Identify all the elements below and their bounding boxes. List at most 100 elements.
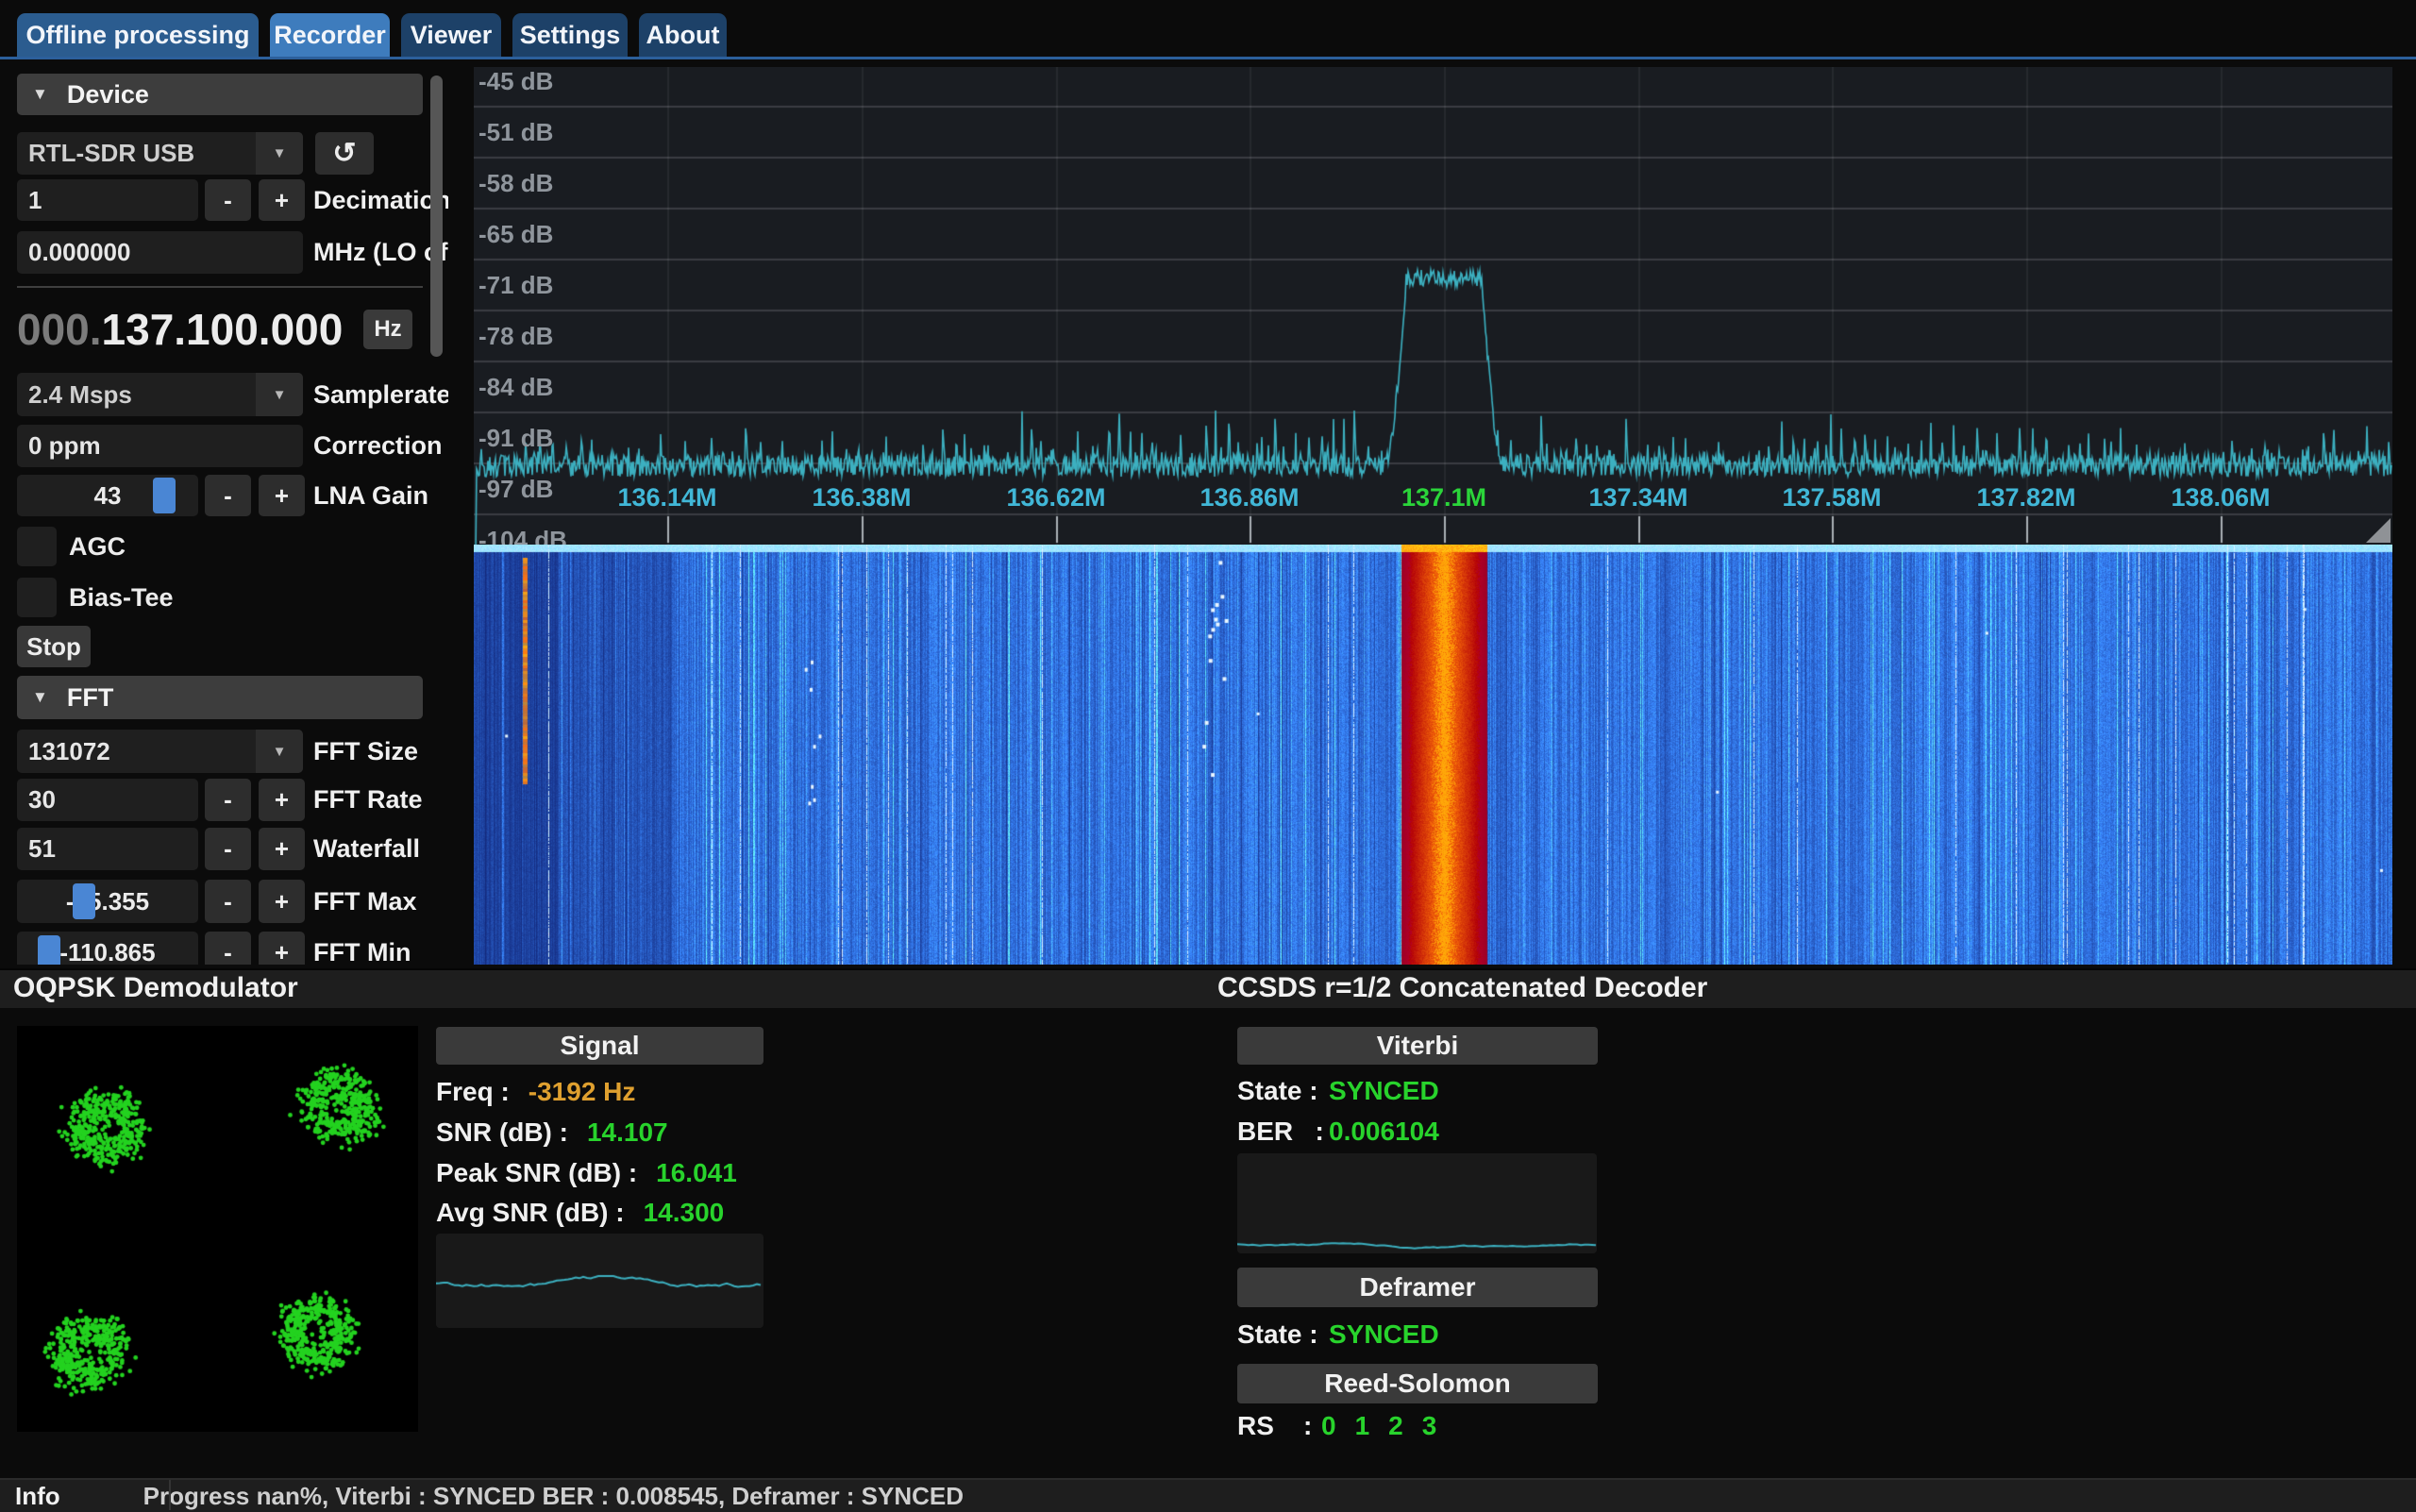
tab-settings[interactable]: Settings <box>512 13 628 57</box>
signal-freq-row: Freq : -3192 Hz <box>436 1077 635 1107</box>
lna-gain-slider-grab[interactable] <box>153 478 176 513</box>
fft-max-increment-button[interactable]: + <box>259 880 305 923</box>
signal-snr-label: SNR (dB) : <box>436 1117 568 1148</box>
waterfall-display[interactable] <box>474 545 2392 965</box>
fft-min-increment-button[interactable]: + <box>259 932 305 965</box>
fft-size-label: FFT Size <box>313 730 418 773</box>
rs-value-1: 1 <box>1355 1411 1370 1441</box>
fft-size-value: 131072 <box>28 737 110 766</box>
collapse-arrow-icon: ▼ <box>32 688 48 707</box>
viterbi-ber-row: BER : 0.006104 <box>1237 1117 1439 1147</box>
tab-about[interactable]: About <box>639 13 727 57</box>
bottom-panel-header-strip <box>0 968 2416 1008</box>
lna-gain-increment-button[interactable]: + <box>259 475 305 516</box>
info-button[interactable]: Info <box>15 1482 60 1511</box>
signal-peak-snr-row: Peak SNR (dB) : 16.041 <box>436 1158 737 1188</box>
device-source-select[interactable]: RTL-SDR USB ▼ <box>17 132 303 175</box>
fft-rate-increment-button[interactable]: + <box>259 779 305 821</box>
deframer-panel-header: Deframer <box>1237 1268 1598 1307</box>
snr-history-chart <box>436 1234 763 1328</box>
decimation-increment-button[interactable]: + <box>259 179 305 221</box>
db-axis-label: -51 dB <box>478 117 553 147</box>
chevron-down-icon[interactable]: ▼ <box>256 373 303 416</box>
fft-min-slider[interactable]: -110.865 <box>17 932 198 965</box>
samplerate-label: Samplerate <box>313 373 448 416</box>
samplerate-select[interactable]: 2.4 Msps ▼ <box>17 373 303 416</box>
lo-offset-input[interactable]: 0.000000 <box>17 231 303 274</box>
device-section-title: Device <box>67 80 149 109</box>
ber-history-chart <box>1237 1153 1597 1253</box>
viterbi-panel-header: Viterbi <box>1237 1027 1598 1065</box>
signal-snr-value: 14.107 <box>587 1117 668 1148</box>
correction-input[interactable]: 0 ppm <box>17 425 303 467</box>
deframer-state-label: State : <box>1237 1319 1329 1350</box>
status-divider <box>169 1480 171 1510</box>
fft-section-header[interactable]: ▼ FFT <box>17 676 423 719</box>
constellation-plot <box>17 1026 418 1432</box>
fft-max-decrement-button[interactable]: - <box>205 880 251 923</box>
signal-panel-header: Signal <box>436 1027 763 1065</box>
fft-min-decrement-button[interactable]: - <box>205 932 251 965</box>
decimation-decrement-button[interactable]: - <box>205 179 251 221</box>
waterfall-rate-value: 51 <box>28 834 56 864</box>
fft-min-slider-grab[interactable] <box>38 935 60 965</box>
viterbi-ber-value: 0.006104 <box>1329 1117 1439 1147</box>
stop-button[interactable]: Stop <box>17 626 91 667</box>
waterfall-increment-button[interactable]: + <box>259 828 305 870</box>
fft-spectrum-panel: -45 dB -51 dB -58 dB -65 dB -71 dB -78 d… <box>474 67 2392 545</box>
lna-gain-label: LNA Gain <box>313 475 428 516</box>
frequency-main-digits: 137.100.000 <box>102 305 344 354</box>
fft-rate-decrement-button[interactable]: - <box>205 779 251 821</box>
decimation-label: Decimation <box>313 179 448 221</box>
freq-axis-label: 138.06M <box>2171 483 2270 512</box>
viterbi-state-row: State : SYNCED <box>1237 1076 1439 1106</box>
bias-tee-label: Bias-Tee <box>69 578 174 617</box>
freq-axis-label: 136.86M <box>1200 483 1299 512</box>
resize-grip[interactable] <box>2366 518 2391 543</box>
db-axis-label: -58 dB <box>478 168 553 198</box>
sidebar-scrollbar-thumb[interactable] <box>430 76 443 357</box>
deframer-state-value: SYNCED <box>1329 1319 1439 1350</box>
fft-min-value: -110.865 <box>59 938 155 965</box>
lna-gain-slider[interactable]: 43 <box>17 475 198 516</box>
samplerate-value: 2.4 Msps <box>28 380 132 410</box>
collapse-arrow-icon: ▼ <box>32 85 48 104</box>
frequency-unit-button[interactable]: Hz <box>363 310 412 349</box>
signal-freq-value: -3192 Hz <box>528 1077 636 1107</box>
freq-axis-label: 137.82M <box>1976 483 2075 512</box>
status-message: Progress nan%, Viterbi : SYNCED BER : 0.… <box>143 1482 964 1511</box>
fft-max-label: FFT Max <box>313 880 417 923</box>
bias-tee-checkbox[interactable] <box>17 578 57 617</box>
db-axis-label: -97 dB <box>478 474 553 504</box>
fft-rate-input[interactable]: 30 <box>17 779 198 821</box>
freq-axis-label: 136.38M <box>812 483 911 512</box>
viterbi-state-value: SYNCED <box>1329 1076 1439 1106</box>
refresh-devices-button[interactable]: ↺ <box>315 132 374 175</box>
db-axis-label: -78 dB <box>478 321 553 351</box>
frequency-dim-digits: 000. <box>17 305 102 354</box>
agc-checkbox[interactable] <box>17 527 57 566</box>
waterfall-rate-input[interactable]: 51 <box>17 828 198 870</box>
demodulator-title: OQPSK Demodulator <box>13 972 298 1004</box>
chevron-down-icon[interactable]: ▼ <box>256 730 303 773</box>
decimation-input[interactable]: 1 <box>17 179 198 221</box>
waterfall-decrement-button[interactable]: - <box>205 828 251 870</box>
chevron-down-icon[interactable]: ▼ <box>256 132 303 175</box>
reed-solomon-panel-header: Reed-Solomon <box>1237 1364 1598 1403</box>
device-section-header[interactable]: ▼ Device <box>17 74 423 115</box>
fft-max-slider[interactable]: -45.355 <box>17 880 198 923</box>
fft-spectrum-plot[interactable] <box>474 67 2392 545</box>
fft-rate-value: 30 <box>28 785 56 815</box>
fft-max-slider-grab[interactable] <box>73 883 95 919</box>
center-freq-label: 137.1M <box>1401 483 1486 512</box>
correction-value: 0 ppm <box>28 431 101 461</box>
rs-value-3: 3 <box>1422 1411 1437 1441</box>
frequency-display[interactable]: 000.137.100.000 <box>17 304 343 355</box>
lna-gain-decrement-button[interactable]: - <box>205 475 251 516</box>
db-axis-label: -91 dB <box>478 423 553 453</box>
separator <box>17 286 423 288</box>
status-bar: Info Progress nan%, Viterbi : SYNCED BER… <box>0 1478 2416 1512</box>
settings-sidebar: ▼ Device RTL-SDR USB ▼ ↺ 1 - + Decimatio… <box>0 0 448 965</box>
fft-size-select[interactable]: 131072 ▼ <box>17 730 303 773</box>
freq-axis-label: 137.58M <box>1782 483 1881 512</box>
